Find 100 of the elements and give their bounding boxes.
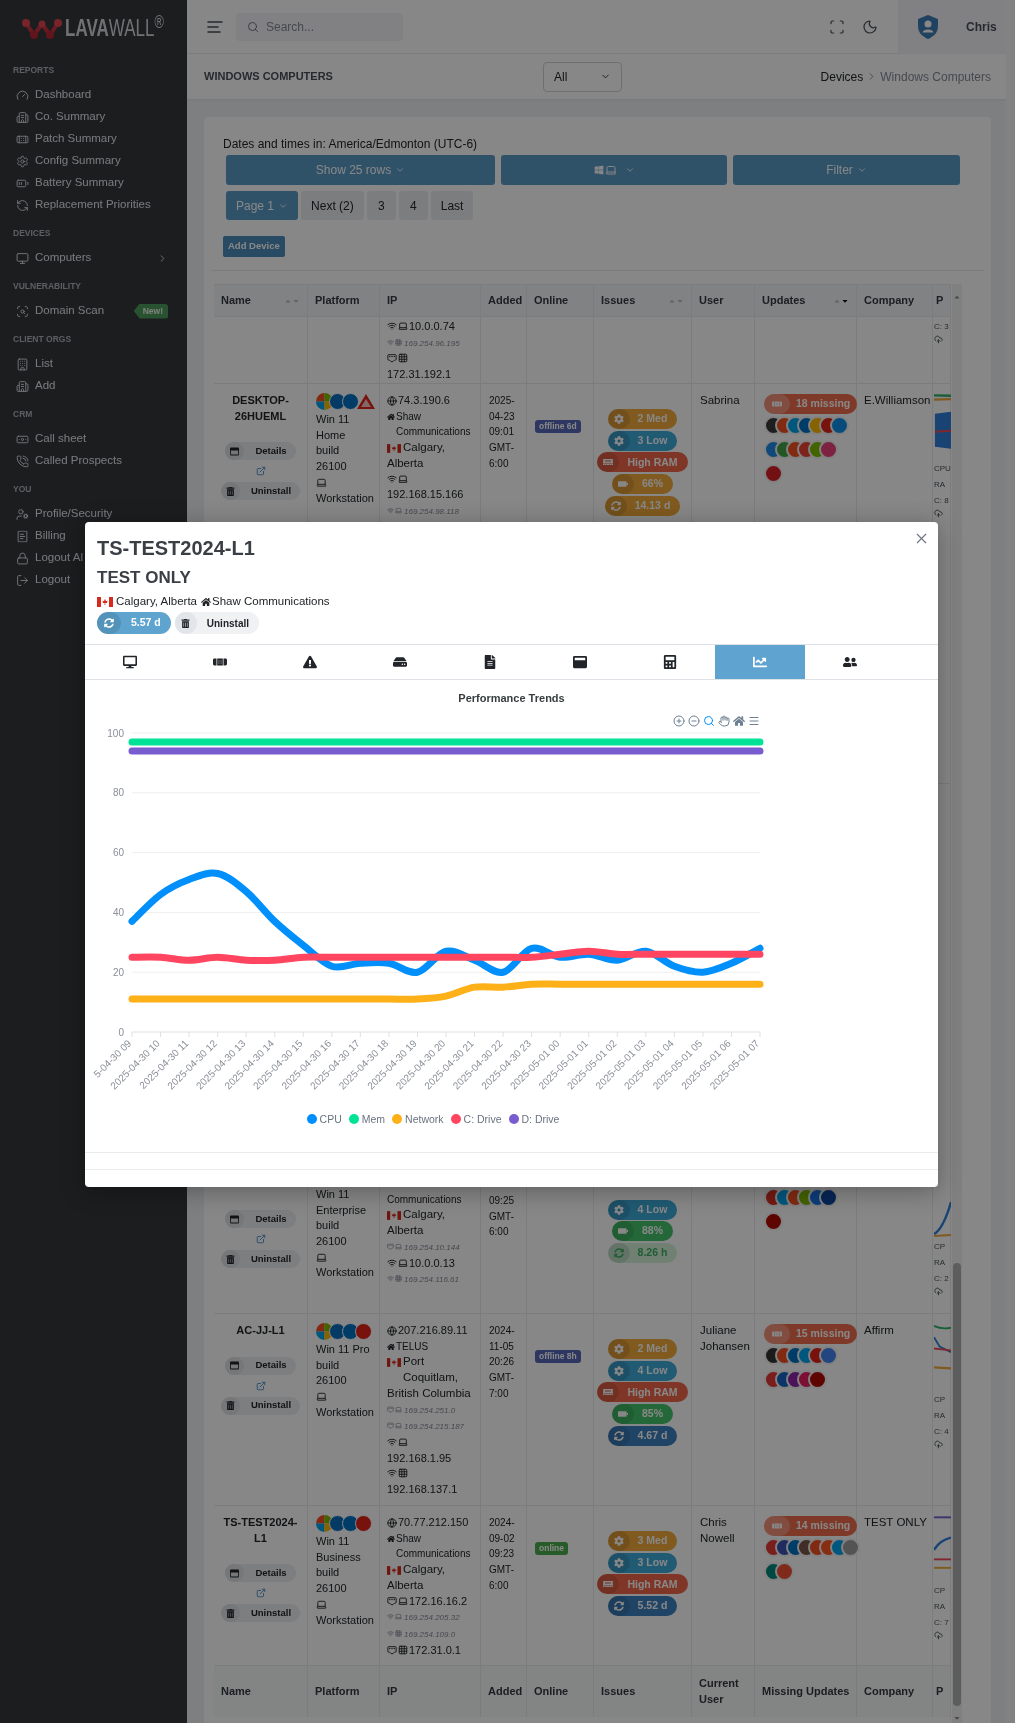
hand-icon[interactable]: [718, 714, 730, 727]
external-link-icon[interactable]: [255, 1234, 266, 1244]
breadcrumb-link[interactable]: Devices: [820, 67, 864, 86]
column-header[interactable]: Issues: [594, 285, 692, 316]
breadcrumb-current: Windows Computers: [880, 68, 991, 86]
cloud-icon: [934, 1440, 943, 1449]
ip-address: 192.168.137.1: [387, 1483, 458, 1496]
ip-address: 192.168.1.95: [387, 1451, 452, 1464]
missing-updates-label: 15 missing: [796, 1326, 851, 1342]
sidebar-item[interactable]: Computers: [0, 247, 168, 269]
ip-address: 172.31.0.1: [409, 1643, 461, 1656]
external-link-icon[interactable]: [255, 1380, 266, 1391]
company-name: E.Williamson: [863, 393, 932, 408]
filter-select[interactable]: All: [543, 61, 622, 92]
issue-label: High RAM: [627, 1384, 678, 1400]
sidebar-item[interactable]: Co. Summary: [0, 106, 168, 128]
moon-icon[interactable]: [862, 18, 878, 35]
dialog-subtitle: TEST ONLY: [97, 568, 191, 588]
ip-address: 10.0.0.74: [409, 320, 455, 332]
y-axis-label: 80: [112, 787, 124, 799]
user-menu[interactable]: Chris: [898, 0, 1006, 54]
company-name: TEST ONLY: [863, 1515, 928, 1530]
app-icon: [764, 1212, 783, 1231]
sidebar-item[interactable]: Called Prospects: [0, 450, 168, 472]
magnifier-icon[interactable]: [703, 714, 715, 727]
legend-label: Mem: [361, 1112, 386, 1126]
menu-icon[interactable]: [748, 714, 760, 727]
user-name: Juliane Johansen: [699, 1323, 751, 1354]
column-header[interactable]: Updates: [755, 285, 857, 316]
sidebar-section-heading: VULNERABILITY: [12, 279, 82, 293]
column-header: IP: [380, 285, 481, 316]
details-button[interactable]: Details: [225, 1210, 296, 1228]
home-icon[interactable]: [733, 714, 745, 727]
sidebar-section-heading: CLIENT ORGS: [12, 332, 73, 346]
scroll-up-icon[interactable]: [953, 293, 961, 301]
add-device-button[interactable]: Add Device: [223, 236, 285, 257]
resource-label: CP: [934, 1241, 946, 1253]
uninstall-button[interactable]: Uninstall: [220, 1250, 301, 1268]
location-text: Calgary, Alberta: [116, 594, 197, 610]
sidebar-item[interactable]: List: [0, 353, 168, 375]
column-footer-label: IP: [387, 1683, 398, 1699]
search-field[interactable]: Search...: [236, 12, 403, 41]
page-button[interactable]: 3: [366, 191, 396, 220]
details-button[interactable]: Details: [225, 442, 296, 460]
sidebar-item[interactable]: Profile/Security: [0, 503, 168, 525]
uninstall-button[interactable]: Uninstall: [220, 482, 301, 500]
legend-label: D: Drive: [521, 1112, 560, 1126]
details-button[interactable]: Details: [225, 1564, 296, 1582]
column-header[interactable]: Name: [214, 285, 308, 316]
table-scrollbar[interactable]: [952, 284, 962, 1723]
window-icon: [225, 1564, 245, 1582]
ip-address: 172.16.16.2: [409, 1594, 468, 1607]
fullscreen-icon[interactable]: [829, 18, 845, 35]
link-local-address: 169.254.10.144: [404, 1242, 460, 1252]
sidebar-item[interactable]: Config Summary: [0, 150, 168, 172]
form-factor: Workstation: [316, 490, 374, 506]
sidebar-item[interactable]: Domain Scan: [0, 300, 134, 322]
public-ip-address: 207.216.89.11: [398, 1323, 468, 1338]
sidebar-item[interactable]: Replacement Priorities: [0, 194, 168, 216]
page-button[interactable]: Last: [430, 191, 474, 220]
trash-icon: [174, 612, 197, 634]
resource-label: RA: [934, 1410, 946, 1422]
sidebar-item[interactable]: Add: [0, 375, 168, 397]
details-button[interactable]: Details: [225, 1356, 296, 1375]
device-name: DESKTOP-26HUEML: [231, 393, 290, 424]
scrollbar-thumb[interactable]: [953, 1263, 961, 1706]
column-header: Online: [527, 285, 594, 316]
zoom-in-icon[interactable]: [673, 714, 685, 727]
page-button[interactable]: Next (2): [301, 191, 364, 220]
flag-icon: [97, 597, 113, 607]
sidebar-item[interactable]: Call sheet: [0, 428, 168, 450]
external-link-icon[interactable]: [255, 1588, 266, 1598]
trash-icon: [220, 1604, 240, 1622]
resource-label: C: 4: [934, 1426, 949, 1438]
dropdown-button[interactable]: Filter: [733, 155, 960, 185]
sidebar-item[interactable]: Dashboard: [0, 84, 168, 106]
y-axis-label: 40: [112, 906, 124, 918]
uninstall-button[interactable]: Uninstall: [174, 612, 259, 634]
resource-label: C: 8: [934, 495, 949, 507]
issue-label: 3 Med: [637, 1533, 668, 1549]
document-icon: [483, 655, 497, 669]
zoom-out-icon[interactable]: [688, 714, 700, 727]
dropdown-button[interactable]: Show 25 rows: [226, 155, 495, 185]
menu-icon[interactable]: [207, 20, 223, 33]
sidebar-item[interactable]: Patch Summary: [0, 128, 168, 150]
scroll-down-icon[interactable]: [953, 1714, 961, 1722]
app-icon: [764, 464, 783, 483]
uninstall-button[interactable]: Uninstall: [220, 1604, 301, 1622]
status-badge: offline 8h: [535, 1350, 581, 1363]
external-link-icon[interactable]: [255, 466, 266, 476]
warning-icon: [303, 655, 317, 669]
laptop-icon: [316, 1391, 327, 1403]
device-type-button[interactable]: [501, 155, 727, 185]
y-axis-label: 0: [118, 1026, 124, 1038]
page-button[interactable]: Page 1: [226, 191, 299, 220]
uninstall-button[interactable]: Uninstall: [220, 1396, 301, 1415]
added-date: 2025-04-23 09:01 GMT-6:00: [489, 394, 516, 471]
app-icon: [830, 416, 849, 435]
sidebar-item[interactable]: Battery Summary: [0, 172, 168, 194]
page-button[interactable]: 4: [398, 191, 428, 220]
